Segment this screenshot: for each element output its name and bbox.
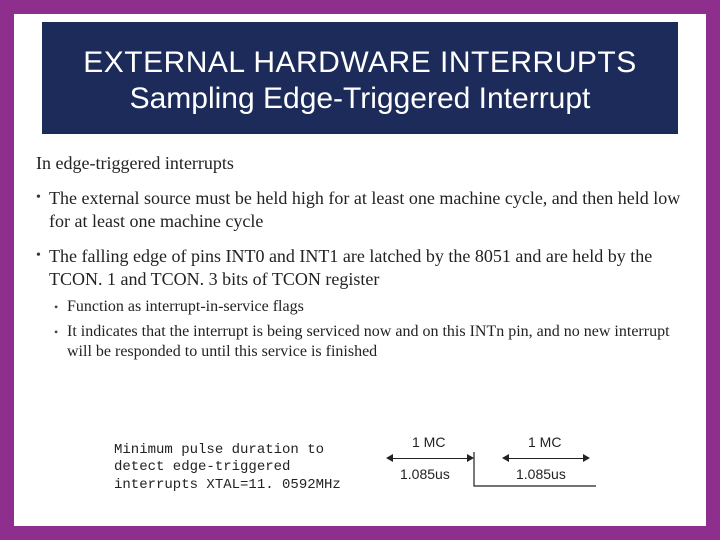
pulse-waveform-icon <box>378 434 638 502</box>
diagram-caption-l3: interrupts XTAL=11. 0592MHz <box>114 477 354 495</box>
diagram-caption: Minimum pulse duration to detect edge-tr… <box>114 442 354 495</box>
intro-text: In edge-triggered interrupts <box>36 152 684 175</box>
subbullet-dot-icon: • <box>54 297 67 317</box>
title-block: EXTERNAL HARDWARE INTERRUPTS Sampling Ed… <box>42 22 678 134</box>
subbullet-2: • It indicates that the interrupt is bei… <box>54 322 684 363</box>
subbullet-dot-icon: • <box>54 322 67 363</box>
subbullet-1: • Function as interrupt-in-service flags <box>54 297 684 317</box>
bullet-dot-icon: • <box>36 187 49 233</box>
title-line-2: Sampling Edge-Triggered Interrupt <box>130 82 591 116</box>
bullet-2-text: The falling edge of pins INT0 and INT1 a… <box>49 245 684 291</box>
subbullets: • Function as interrupt-in-service flags… <box>54 297 684 362</box>
slide-frame: EXTERNAL HARDWARE INTERRUPTS Sampling Ed… <box>0 0 720 540</box>
bullet-1: • The external source must be held high … <box>36 187 684 233</box>
pulse-waveform-area: 1 MC 1.085us 1 MC 1.085us <box>378 434 684 502</box>
timing-diagram: Minimum pulse duration to detect edge-tr… <box>114 434 684 502</box>
content-area: In edge-triggered interrupts • The exter… <box>36 152 684 367</box>
bullet-dot-icon: • <box>36 245 49 291</box>
title-line-1: EXTERNAL HARDWARE INTERRUPTS <box>83 46 637 80</box>
bullet-2: • The falling edge of pins INT0 and INT1… <box>36 245 684 291</box>
diagram-caption-l2: detect edge-triggered <box>114 459 354 477</box>
diagram-caption-l1: Minimum pulse duration to <box>114 442 354 460</box>
subbullet-1-text: Function as interrupt-in-service flags <box>67 297 684 317</box>
bullet-1-text: The external source must be held high fo… <box>49 187 684 233</box>
subbullet-2-text: It indicates that the interrupt is being… <box>67 322 684 363</box>
